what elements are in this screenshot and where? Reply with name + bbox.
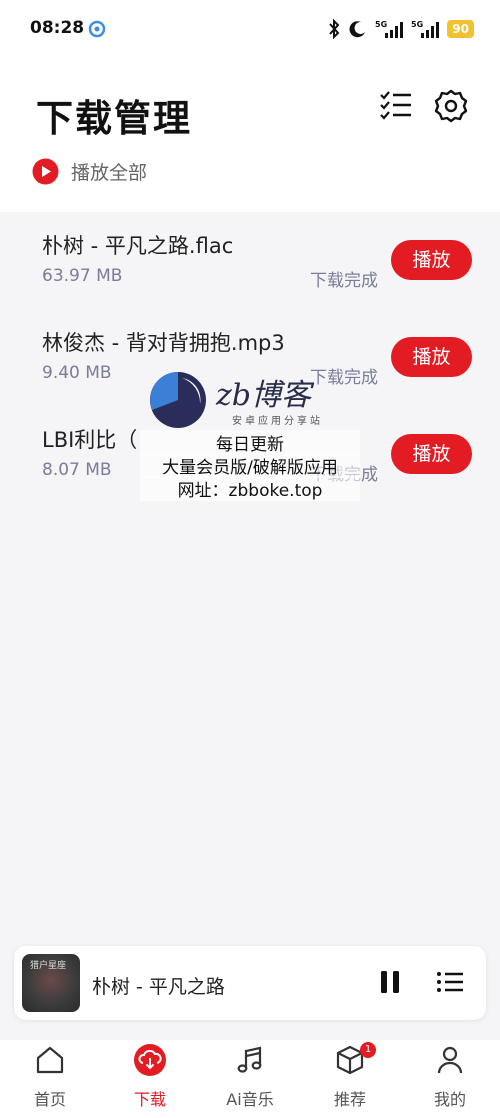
track-row[interactable]: 朴树 - 平凡之路.flac 63.97 MB 下载完成 播放 xyxy=(0,230,500,326)
checklist-icon[interactable] xyxy=(378,88,414,124)
notification-badge: 1 xyxy=(360,1042,376,1058)
album-cover-text: 猎户星座 xyxy=(30,961,67,971)
music-note-icon xyxy=(237,1046,262,1073)
nav-item-ai-music[interactable]: Ai音乐 xyxy=(200,1040,300,1118)
track-play-button[interactable]: 播放 xyxy=(391,337,472,377)
download-cloud-icon xyxy=(134,1044,166,1076)
nav-item-profile[interactable]: 我的 xyxy=(400,1040,500,1118)
track-size: 9.40 MB xyxy=(42,363,112,383)
track-play-button[interactable]: 播放 xyxy=(391,434,472,474)
mini-player[interactable]: 猎户星座 朴树 - 平凡之路 xyxy=(14,946,486,1020)
pause-icon[interactable] xyxy=(374,966,406,998)
watermark-overlay: zb博客 安卓应用分享站 每日更新 大量会员版/破解版应用 网址：zbboke.… xyxy=(140,368,360,501)
now-playing-title: 朴树 - 平凡之路 xyxy=(92,976,225,998)
nav-item-home[interactable]: 首页 xyxy=(0,1040,100,1118)
page-title: 下载管理 xyxy=(36,97,192,140)
do-not-disturb-moon-icon xyxy=(349,21,366,38)
status-time: 08:28 xyxy=(30,18,85,38)
battery-indicator: 90 xyxy=(447,20,474,38)
nav-label: 首页 xyxy=(33,1090,66,1109)
track-title: 林俊杰 - 背对背拥抱.mp3 xyxy=(42,331,285,355)
person-icon xyxy=(437,1046,463,1074)
track-title: 朴树 - 平凡之路.flac xyxy=(42,234,234,258)
watermark-line: 网址：zbboke.top xyxy=(140,476,360,501)
settings-gear-icon[interactable] xyxy=(433,88,469,124)
nav-item-download[interactable]: 下载 xyxy=(100,1040,200,1118)
app-notification-icon xyxy=(88,20,106,38)
status-bar: 08:28 5G 5G 90 xyxy=(0,0,500,58)
home-icon xyxy=(36,1046,64,1074)
signal-5g-icon: 5G xyxy=(375,20,404,38)
nav-item-recommend[interactable]: 1 推荐 xyxy=(300,1040,400,1118)
album-cover[interactable]: 猎户星座 xyxy=(22,954,80,1012)
nav-label: Ai音乐 xyxy=(226,1090,274,1109)
watermark-tagline: 安卓应用分享站 xyxy=(232,416,323,427)
svg-text:5G: 5G xyxy=(375,20,387,29)
watermark-line: 大量会员版/破解版应用 xyxy=(140,453,360,478)
status-indicators: 5G 5G 90 xyxy=(327,18,474,40)
signal-5g-icon-2: 5G xyxy=(411,20,440,38)
track-title: LBI利比（ xyxy=(42,428,138,452)
track-size: 8.07 MB xyxy=(42,460,112,480)
track-play-button[interactable]: 播放 xyxy=(391,240,472,280)
nav-label: 我的 xyxy=(433,1090,466,1109)
play-all-label: 播放全部 xyxy=(71,161,148,184)
play-circle-icon xyxy=(32,158,59,184)
bluetooth-icon xyxy=(329,19,340,39)
play-all-button[interactable]: 播放全部 xyxy=(32,156,147,186)
bottom-nav: 首页 下载 Ai音乐 1 推荐 我的 xyxy=(0,1040,500,1118)
watermark-logo-icon xyxy=(150,372,206,428)
track-status: 下载完成 xyxy=(310,271,378,291)
playlist-icon[interactable] xyxy=(434,966,466,998)
svg-text:5G: 5G xyxy=(411,20,423,29)
nav-label: 推荐 xyxy=(333,1090,366,1109)
watermark-brand: zb博客 xyxy=(216,378,312,413)
track-size: 63.97 MB xyxy=(42,266,123,286)
nav-label: 下载 xyxy=(133,1090,166,1109)
watermark-line: 每日更新 xyxy=(140,430,360,455)
